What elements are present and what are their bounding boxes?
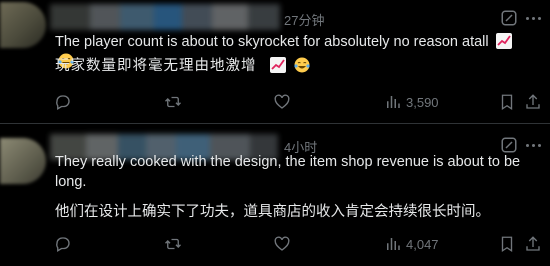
share-icon [526,94,540,109]
reply-button[interactable] [54,234,72,254]
bookmark-icon [501,94,513,111]
post-2[interactable]: 4小时 They really cooked with the design, … [0,124,550,266]
bookmark-button[interactable] [498,234,516,254]
tears-of-joy-emoji [293,57,310,73]
reply-button[interactable] [54,92,72,112]
avatar[interactable] [0,138,46,184]
share-icon [526,236,540,251]
redacted-author-name [50,4,280,30]
bookmark-icon [501,236,513,253]
like-icon [274,236,290,251]
avatar[interactable] [0,2,46,48]
share-button[interactable] [524,92,542,112]
post-text-chinese: 他们在设计上确实下了功夫，道具商店的收入肯定会持续很长时间。 [55,204,490,220]
repost-button[interactable] [164,234,182,254]
reply-icon [56,237,70,252]
chart-increasing-emoji [269,57,286,73]
repost-icon [165,96,181,108]
action-bar: 3,590 [54,92,544,112]
post-text-chinese: 玩家数量即将毫无理由地激增 [55,56,530,76]
repost-button[interactable] [164,92,182,112]
like-button[interactable] [273,92,291,112]
action-bar: 4,047 [54,234,544,254]
like-icon [274,94,290,109]
post-text-english: They really cooked with the design, the … [55,154,521,190]
views-count: 3,590 [406,94,439,110]
more-icon[interactable] [522,7,544,29]
views-count: 4,047 [406,236,439,252]
views-icon [387,238,400,250]
chart-increasing-emoji [495,33,512,49]
reply-icon [56,95,70,110]
repost-icon [165,238,181,250]
views-icon [387,96,400,108]
like-button[interactable] [273,234,291,254]
share-button[interactable] [524,234,542,254]
grok-icon[interactable] [500,9,518,27]
bookmark-button[interactable] [498,92,516,112]
views-button[interactable]: 3,590 [384,92,439,112]
timestamp[interactable]: 27分钟 [284,10,324,29]
post-1[interactable]: 27分钟 The player count is about to skyroc… [0,0,550,124]
views-button[interactable]: 4,047 [384,234,439,254]
